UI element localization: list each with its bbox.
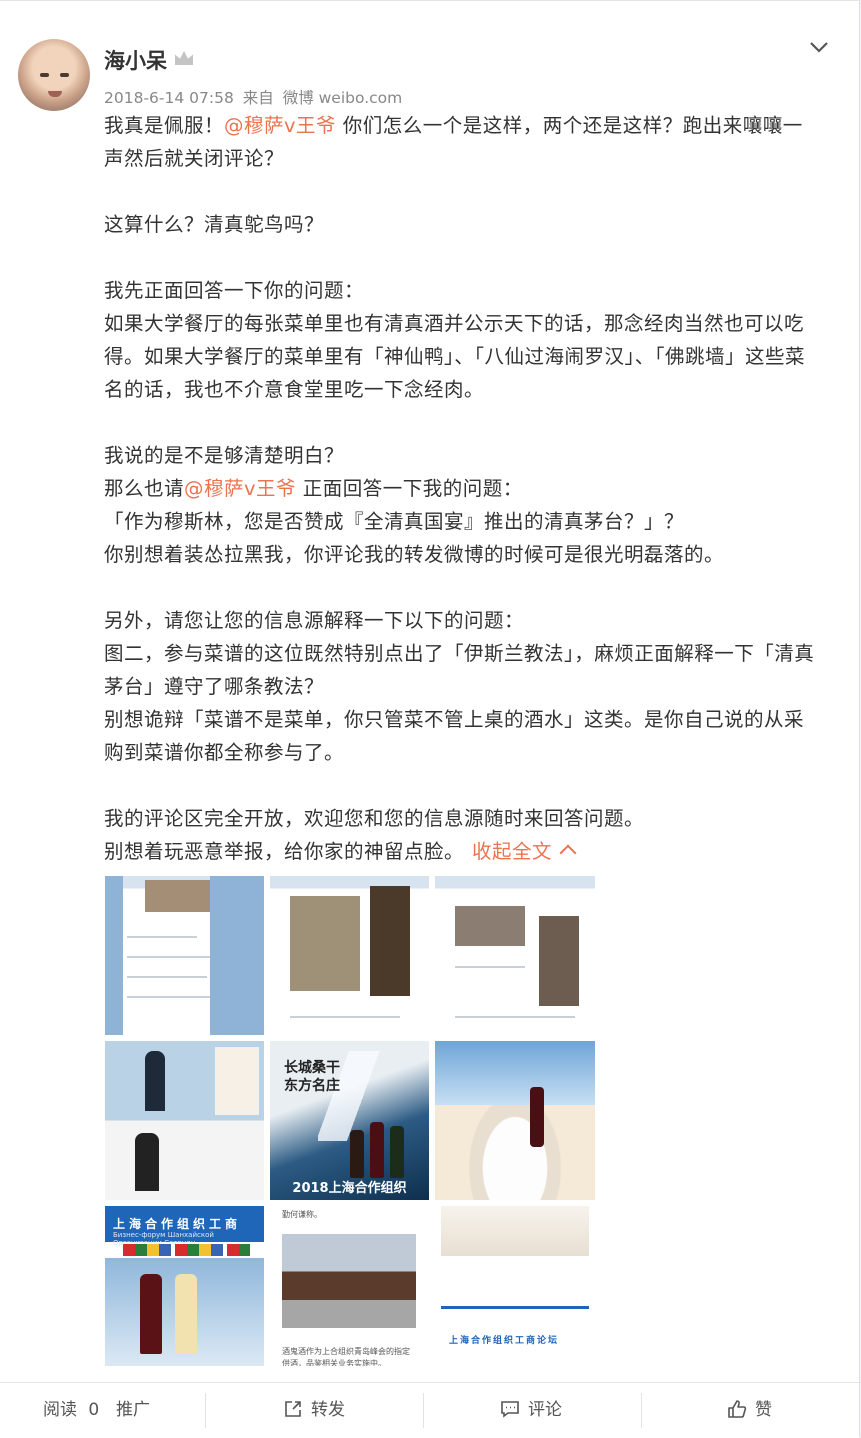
news-reporter bbox=[135, 1133, 159, 1191]
text-run: 那么也请 bbox=[104, 477, 185, 500]
image-thumbnail[interactable] bbox=[105, 1041, 264, 1200]
comment-button[interactable]: 评论 bbox=[500, 1383, 562, 1438]
promote-label: 推广 bbox=[116, 1400, 150, 1420]
image-thumbnail[interactable] bbox=[105, 876, 264, 1035]
paragraph: 「作为穆斯林，您是否赞成『全清真国宴』推出的清真茅台？」？ bbox=[104, 510, 685, 533]
share-button[interactable]: 转发 bbox=[283, 1383, 345, 1438]
banquet-banner bbox=[435, 1041, 595, 1105]
poster-year: 2018上海合作组织 bbox=[292, 1181, 407, 1196]
paragraph: 我说的是不是够清楚明白？ bbox=[104, 444, 345, 467]
read-label: 阅读 bbox=[43, 1400, 77, 1420]
wine-bottle bbox=[140, 1274, 162, 1354]
forum-banner: 上海合作组织工商论坛 bbox=[441, 1306, 589, 1366]
image-thumbnail[interactable]: 上海合作组织工商论坛 bbox=[435, 1206, 595, 1366]
paragraph: 我的评论区完全开放，欢迎您和您的信息源随时来回答问题。 bbox=[104, 807, 645, 830]
image-thumbnail[interactable] bbox=[435, 1041, 595, 1200]
avatar-eye bbox=[40, 73, 49, 77]
paragraph: 图二，参与菜谱的这位既然特别点出了「伊斯兰教法」，麻烦正面解释一下「清真茅台」遵… bbox=[104, 642, 815, 698]
chevron-up-icon bbox=[559, 844, 577, 862]
forum-title: 上海合作组织工商论坛 bbox=[449, 1336, 560, 1346]
screenshot-sidebar bbox=[210, 876, 264, 1035]
image-thumbnail[interactable]: 长城桑干 东方名庄 2018上海合作组织 bbox=[270, 1041, 429, 1200]
screenshot-text-line bbox=[127, 996, 215, 998]
article-text: 酒鬼酒作为上合组织青岛峰会的指定 供酒，品鉴相关业务实施中。 bbox=[282, 1347, 410, 1366]
post-action-bar: 阅读 0 推广 转发 评论 赞 bbox=[0, 1382, 859, 1438]
comment-icon bbox=[501, 1401, 519, 1418]
screenshot-photo bbox=[455, 906, 525, 946]
poster-bottle bbox=[390, 1126, 404, 1178]
avatar[interactable] bbox=[18, 39, 90, 111]
image-thumbnail[interactable]: 勤何谦称。 酒鬼酒作为上合组织青岛峰会的指定 供酒，品鉴相关业务实施中。 bbox=[270, 1206, 429, 1366]
news-reporter bbox=[145, 1051, 165, 1111]
post-meta: 2018-6-14 07:58 来自 微博 weibo.com bbox=[104, 86, 406, 108]
text-run: 正面回答一下我的问题： bbox=[296, 477, 523, 500]
text-run: 我真是佩服！ bbox=[104, 114, 225, 137]
like-label: 赞 bbox=[755, 1400, 772, 1420]
read-count: 阅读 0 bbox=[43, 1383, 99, 1438]
share-label: 转发 bbox=[311, 1400, 345, 1420]
avatar-eye bbox=[60, 73, 69, 77]
screenshot-photo bbox=[370, 886, 410, 996]
author-name[interactable]: 海小呆 bbox=[104, 45, 167, 75]
screenshot-photo bbox=[539, 916, 579, 1006]
collapse-label: 收起全文 bbox=[472, 840, 553, 863]
poster-bottle bbox=[350, 1130, 364, 1178]
crown-icon bbox=[175, 51, 193, 65]
chevron-down-icon[interactable] bbox=[808, 37, 830, 57]
image-thumbnail[interactable] bbox=[270, 876, 429, 1035]
collapse-full-text-link[interactable]: 收起全文 bbox=[472, 840, 577, 863]
article-photo bbox=[282, 1234, 416, 1328]
paragraph: 你别想着装怂拉黑我，你评论我的转发微博的时候可是很光明磊落的。 bbox=[104, 543, 725, 566]
like-button[interactable]: 赞 bbox=[727, 1383, 772, 1438]
post-source[interactable]: 微博 weibo.com bbox=[283, 89, 403, 107]
promote-button[interactable]: 推广 bbox=[116, 1383, 150, 1438]
share-icon bbox=[285, 1401, 301, 1417]
news-document bbox=[215, 1047, 259, 1115]
text-run: 别想着玩恶意举报，给你家的神留点脸。 bbox=[104, 840, 465, 863]
paragraph: 我真是佩服！@穆萨v王爷 你们怎么一个是这样，两个还是这样？跑出来嚷嚷一声然后就… bbox=[104, 109, 822, 175]
image-grid: 长城桑干 东方名庄 2018上海合作组织 上海合作组织工商 Бизнес-фор… bbox=[105, 876, 595, 1366]
banquet-bottle bbox=[530, 1087, 544, 1147]
avatar-mouth bbox=[48, 91, 62, 97]
screenshot-text-line bbox=[127, 936, 197, 938]
paragraph: 别想诡辩「菜谱不是菜单，你只管菜不管上桌的酒水」这类。是你自己说的从采购到菜谱你… bbox=[104, 708, 805, 764]
paragraph: 如果大学餐厅的每张菜单里也有清真酒并公示天下的话，那念经肉当然也可以吃得。如果大… bbox=[104, 312, 806, 401]
like-icon bbox=[728, 1400, 747, 1418]
mention-link[interactable]: @穆萨v王爷 bbox=[184, 477, 296, 500]
paragraph: 另外，请您让您的信息源解释一下以下的问题： bbox=[104, 609, 525, 632]
post-timestamp[interactable]: 2018-6-14 07:58 bbox=[104, 89, 234, 107]
banquet-table bbox=[441, 1206, 589, 1256]
screenshot-text-line bbox=[127, 956, 217, 958]
paragraph: 这算什么？清真鸵鸟吗？ bbox=[104, 213, 325, 236]
article-text: 勤何谦称。 bbox=[282, 1210, 322, 1219]
divider bbox=[205, 1393, 206, 1428]
post-content: 我真是佩服！@穆萨v王爷 你们怎么一个是这样，两个还是这样？跑出来嚷嚷一声然后就… bbox=[104, 109, 822, 868]
mention-link[interactable]: @穆萨v王爷 bbox=[224, 114, 336, 137]
screenshot-text-line bbox=[290, 1016, 400, 1018]
image-thumbnail[interactable]: 上海合作组织工商 Бизнес-форум Шанхайской Организ… bbox=[105, 1206, 264, 1366]
image-thumbnail[interactable] bbox=[435, 876, 595, 1035]
read-count-value: 0 bbox=[88, 1400, 100, 1420]
paragraph: 那么也请@穆萨v王爷 正面回答一下我的问题： bbox=[104, 472, 822, 505]
screenshot-photo bbox=[290, 896, 360, 991]
paragraph: 我先正面回答一下你的问题： bbox=[104, 279, 365, 302]
divider bbox=[423, 1393, 424, 1428]
source-prefix: 来自 bbox=[242, 89, 274, 107]
poster-text: 长城桑干 东方名庄 bbox=[284, 1060, 340, 1094]
screenshot-photo bbox=[145, 880, 215, 912]
screenshot-sidebar bbox=[105, 876, 123, 1035]
weibo-post-card: 海小呆 2018-6-14 07:58 来自 微博 weibo.com 我真是佩… bbox=[0, 0, 860, 1438]
screenshot-text-line bbox=[455, 966, 525, 968]
divider bbox=[641, 1393, 642, 1428]
sco-flags bbox=[123, 1244, 250, 1256]
poster-bottle bbox=[370, 1122, 384, 1178]
comment-label: 评论 bbox=[528, 1400, 562, 1420]
paragraph: 别想着玩恶意举报，给你家的神留点脸。 收起全文 bbox=[104, 835, 822, 868]
screenshot-text-line bbox=[455, 1016, 575, 1018]
screenshot-text-line bbox=[127, 976, 207, 978]
sco-title: 上海合作组织工商 bbox=[113, 1217, 242, 1231]
wine-bottle bbox=[175, 1274, 197, 1354]
